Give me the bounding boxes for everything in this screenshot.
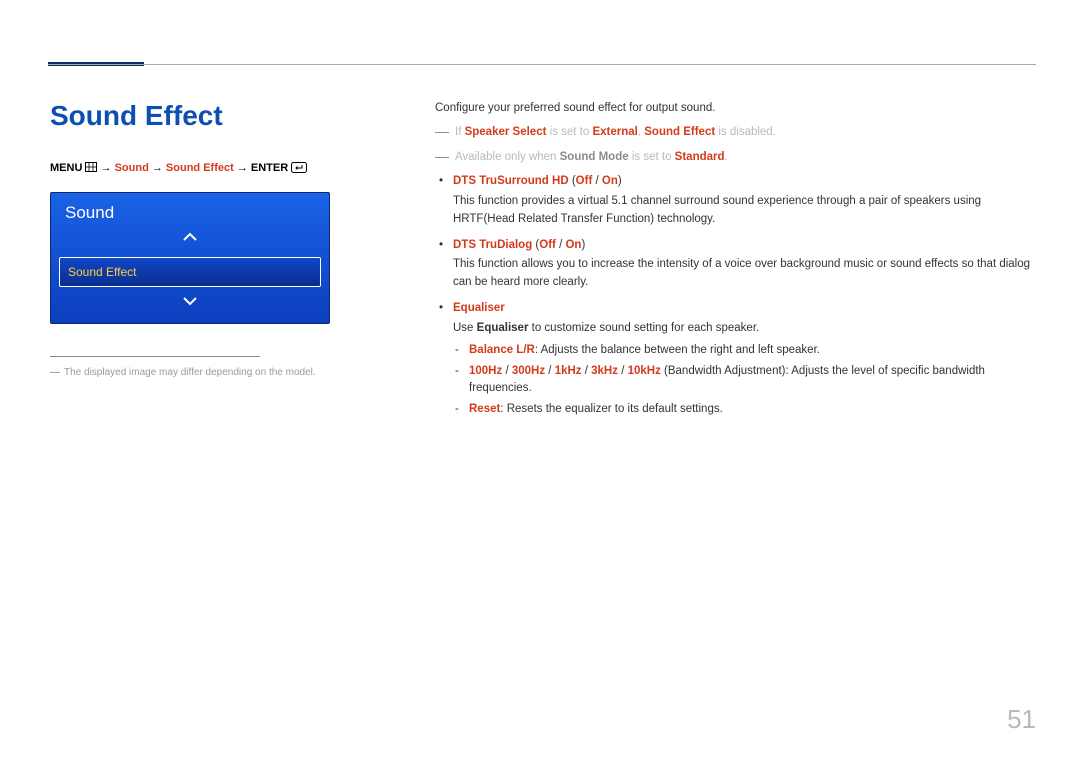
path-enter-label: ENTER — [251, 162, 288, 174]
osd-body: Sound Effect — [51, 231, 329, 323]
feat1-on: On — [602, 175, 618, 187]
dash-icon: ― — [435, 123, 449, 139]
dash-icon: ― — [50, 367, 60, 378]
note2-standard: Standard — [675, 151, 725, 163]
note1-external: External — [592, 126, 637, 138]
feature-heading: DTS TruSurround HD (Off / On) — [453, 175, 622, 187]
left-disclaimer: ― The displayed image may differ dependin… — [50, 367, 395, 378]
feature-list: DTS TruSurround HD (Off / On) This funct… — [435, 173, 1036, 419]
sub-balance: Balance L/R: Adjusts the balance between… — [453, 342, 1036, 360]
sub2-s1: / — [502, 365, 512, 377]
feat2-name: DTS TruDialog — [453, 239, 532, 251]
feat3-use-line: Use Equaliser to customize sound setting… — [453, 320, 1036, 338]
note1-mid: is set to — [546, 126, 592, 138]
header-divider — [48, 64, 1036, 65]
note1-post: is disabled. — [715, 126, 776, 138]
feature-trudialog: DTS TruDialog (Off / On) This function a… — [435, 237, 1036, 292]
chevron-down-icon — [182, 296, 198, 306]
intro-text: Configure your preferred sound effect fo… — [435, 100, 1036, 118]
sub3-text: : Resets the equalizer to its default se… — [500, 403, 722, 415]
note2-pre: Available only when — [455, 151, 560, 163]
feature-heading: Equaliser — [453, 302, 505, 314]
path-seg-sound-effect: Sound Effect — [166, 162, 234, 174]
left-divider — [50, 356, 260, 357]
path-seg-sound: Sound — [115, 162, 149, 174]
menu-grid-icon — [85, 162, 97, 172]
sub1-text: : Adjusts the balance between the right … — [535, 344, 820, 356]
sub2-s4: / — [618, 365, 628, 377]
osd-selected-item: Sound Effect — [59, 257, 321, 287]
feat2-pclose: ) — [581, 239, 585, 251]
sub2-b2: 300Hz — [512, 365, 545, 377]
osd-up-arrow-row — [59, 231, 321, 249]
sub1-label: Balance L/R — [469, 344, 535, 356]
note1-pre: If — [455, 126, 465, 138]
path-arrow-1: → — [101, 162, 112, 174]
left-disclaimer-text: The displayed image may differ depending… — [64, 367, 316, 378]
menu-path: MENU → Sound → Sound Effect → ENTER — [50, 162, 395, 174]
feature-trusurround: DTS TruSurround HD (Off / On) This funct… — [435, 173, 1036, 228]
path-arrow-2: → — [152, 162, 163, 174]
sub2-b3: 1kHz — [555, 365, 582, 377]
sub2-s2: / — [545, 365, 555, 377]
feat2-off: Off — [539, 239, 556, 251]
feat2-desc: This function allows you to increase the… — [453, 256, 1036, 292]
sub2-b4: 3kHz — [591, 365, 618, 377]
note1-sound-effect: Sound Effect — [644, 126, 715, 138]
osd-down-arrow-row — [59, 295, 321, 313]
osd-header: Sound — [51, 193, 329, 231]
sub2-b5: 10kHz — [628, 365, 661, 377]
enter-icon — [291, 162, 307, 173]
osd-preview-box: Sound Sound Effect — [50, 192, 330, 324]
path-menu-label: MENU — [50, 162, 82, 174]
note-speaker-select: ―If Speaker Select is set to External, S… — [435, 121, 1036, 143]
feature-heading: DTS TruDialog (Off / On) — [453, 239, 585, 251]
note-sound-mode: ― Available only when Sound Mode is set t… — [435, 146, 1036, 168]
left-column: Sound Effect MENU → Sound → Sound Effect… — [50, 100, 395, 378]
feat1-slash: / — [592, 175, 602, 187]
note2-post: . — [725, 151, 728, 163]
sub2-s3: / — [582, 365, 592, 377]
path-arrow-3: → — [237, 162, 248, 174]
page-body: Sound Effect MENU → Sound → Sound Effect… — [50, 100, 1036, 427]
sub3-label: Reset — [469, 403, 500, 415]
feat1-popen: ( — [569, 175, 576, 187]
feat3-use-eq: Equaliser — [477, 322, 529, 334]
feat2-on: On — [565, 239, 581, 251]
feature-equaliser: Equaliser Use Equaliser to customize sou… — [435, 300, 1036, 419]
right-column: Configure your preferred sound effect fo… — [435, 100, 1036, 427]
feat1-name: DTS TruSurround HD — [453, 175, 569, 187]
osd-selected-item-label: Sound Effect — [68, 265, 137, 279]
note1-speaker-select: Speaker Select — [465, 126, 547, 138]
dash-icon: ― — [435, 148, 449, 164]
sub-bandwidth: 100Hz / 300Hz / 1kHz / 3kHz / 10kHz (Ban… — [453, 363, 1036, 399]
feat3-use-pre: Use — [453, 322, 477, 334]
sub2-b1: 100Hz — [469, 365, 502, 377]
chevron-up-icon — [182, 232, 198, 242]
note2-mid: is set to — [629, 151, 675, 163]
feat1-off: Off — [576, 175, 593, 187]
page-title: Sound Effect — [50, 100, 395, 132]
note2-sound-mode: Sound Mode — [560, 151, 629, 163]
equaliser-sublist: Balance L/R: Adjusts the balance between… — [453, 342, 1036, 419]
feat1-desc: This function provides a virtual 5.1 cha… — [453, 193, 1036, 229]
feat1-pclose: ) — [618, 175, 622, 187]
sub-reset: Reset: Resets the equalizer to its defau… — [453, 401, 1036, 419]
feat3-use-post: to customize sound setting for each spea… — [528, 322, 759, 334]
page-number: 51 — [1007, 704, 1036, 735]
